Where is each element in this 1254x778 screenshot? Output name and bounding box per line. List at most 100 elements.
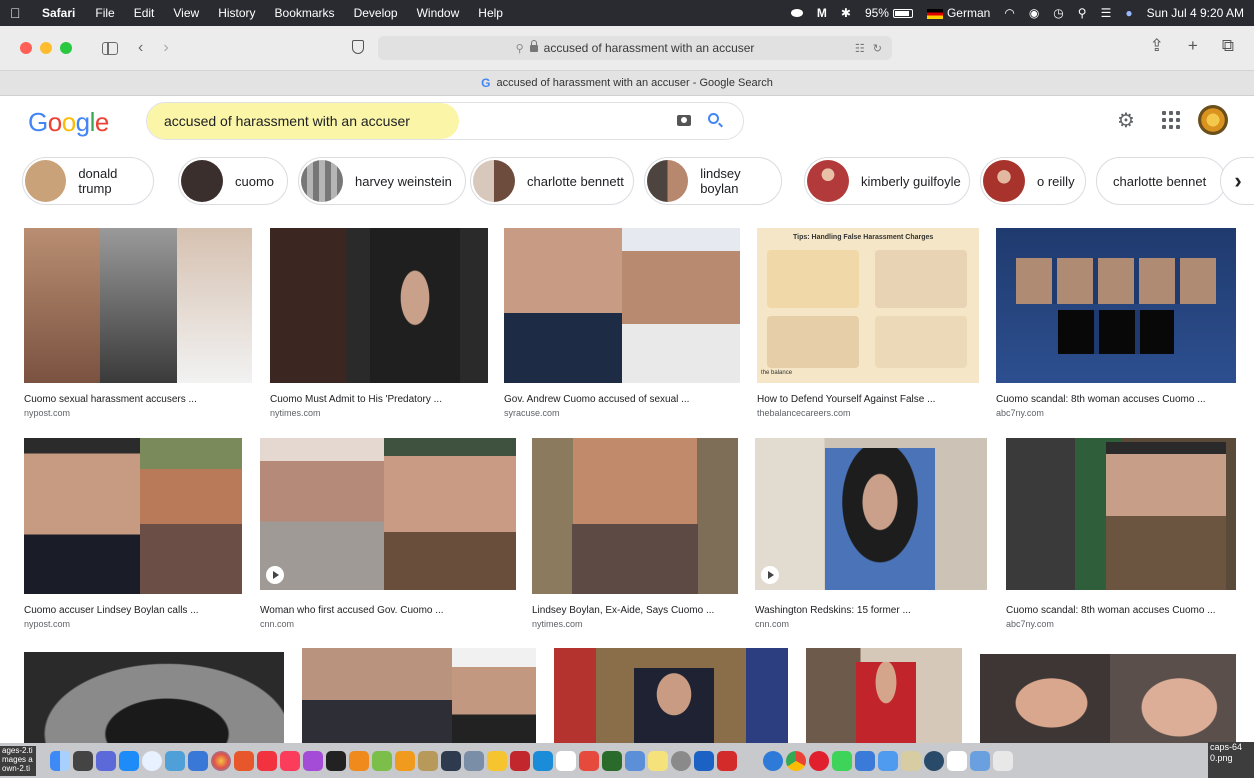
result-thumbnail[interactable] [980, 654, 1236, 743]
result-caption[interactable]: Cuomo scandal: 8th woman accuses Cuomo .… [996, 394, 1206, 405]
tab-overview-icon[interactable]: ⧉ [1222, 36, 1234, 56]
result-thumbnail[interactable] [755, 438, 987, 590]
image-result[interactable]: Cuomo Must Admit to His 'Predatory ... n… [270, 228, 488, 418]
result-caption[interactable]: Cuomo scandal: 8th woman accuses Cuomo .… [1006, 605, 1216, 616]
image-result[interactable] [24, 652, 284, 743]
apple-tv-icon[interactable] [326, 750, 346, 771]
new-tab-icon[interactable]: + [1188, 36, 1198, 56]
result-thumbnail[interactable] [1006, 438, 1236, 590]
chip-cuomo[interactable]: cuomo [178, 157, 288, 205]
result-source[interactable]: syracuse.com [504, 408, 560, 418]
result-thumbnail[interactable] [302, 648, 536, 743]
safari-icon[interactable] [142, 750, 162, 771]
zoom-window-button[interactable] [60, 42, 72, 54]
vlc-icon[interactable] [349, 750, 369, 771]
chip-kimberly-guilfoyle[interactable]: kimberly guilfoyle [804, 157, 970, 205]
malwarebytes-icon[interactable]: M [817, 6, 827, 20]
play-icon[interactable] [761, 566, 779, 584]
preview-icon[interactable] [165, 750, 185, 771]
menu-file[interactable]: File [95, 6, 114, 20]
image-result[interactable]: Lindsey Boylan, Ex-Aide, Says Cuomo ... … [532, 438, 738, 630]
menu-view[interactable]: View [173, 6, 199, 20]
result-caption[interactable]: How to Defend Yourself Against False ... [757, 394, 935, 405]
siri-icon[interactable]: ● [1125, 6, 1132, 20]
tab-title[interactable]: accused of harassment with an accuser - … [496, 77, 772, 89]
cyberduck-icon[interactable] [487, 750, 507, 771]
creative-cloud-icon[interactable] [790, 9, 803, 17]
calendar-grid-icon[interactable] [188, 750, 208, 771]
notes-icon[interactable] [648, 750, 668, 771]
chip-donald-trump[interactable]: donald trump [22, 157, 154, 205]
image-capture-icon[interactable] [901, 750, 921, 771]
sidebar-toggle-icon[interactable] [102, 41, 118, 55]
camera-icon[interactable] [677, 115, 691, 126]
menu-develop[interactable]: Develop [354, 6, 398, 20]
chip-lindsey-boylan[interactable]: lindsey boylan [644, 157, 782, 205]
result-thumbnail[interactable] [260, 438, 516, 590]
outlook-icon[interactable] [694, 750, 714, 771]
desktop-file-label[interactable]: ages-2.ti mages a own-2.ti [0, 746, 36, 776]
result-source[interactable]: nytimes.com [532, 619, 583, 629]
activity-icon[interactable] [441, 750, 461, 771]
chip-charlotte-bennet[interactable]: charlotte bennet [1096, 157, 1226, 205]
menu-edit[interactable]: Edit [134, 6, 155, 20]
reload-icon[interactable]: ↻ [873, 42, 882, 55]
search-input[interactable]: accused of harassment with an accuser [147, 113, 410, 129]
apps-grid-icon[interactable] [1162, 111, 1180, 129]
infuse-icon[interactable] [234, 750, 254, 771]
desktop-file-label-right[interactable]: caps-64 0.png [1208, 742, 1254, 778]
image-result[interactable] [980, 654, 1236, 743]
result-source[interactable]: nytimes.com [270, 408, 321, 418]
image-result[interactable]: Tips: Handling False Harassment Charges … [757, 228, 979, 418]
bluetooth-icon[interactable]: ✱ [841, 6, 851, 20]
result-caption[interactable]: Cuomo accuser Lindsey Boylan calls ... [24, 605, 199, 616]
document-icon[interactable] [947, 750, 967, 771]
result-thumbnail[interactable] [996, 228, 1236, 383]
image-result[interactable]: Woman who first accused Gov. Cuomo ... c… [260, 438, 516, 630]
opera-icon[interactable] [809, 750, 829, 771]
archive-icon[interactable] [418, 750, 438, 771]
plant-app-icon[interactable] [372, 750, 392, 771]
menu-help[interactable]: Help [478, 6, 503, 20]
gear-icon[interactable]: ⚙ [1117, 108, 1135, 133]
translate-icon[interactable]: ☷ [855, 42, 865, 55]
quicktime-icon[interactable] [924, 750, 944, 771]
google-logo[interactable]: Google [28, 107, 109, 138]
result-caption[interactable]: Washington Redskins: 15 former ... [755, 605, 911, 616]
sourcetree-icon[interactable] [855, 750, 875, 771]
avatar[interactable] [1198, 105, 1228, 135]
skype-icon[interactable] [533, 750, 553, 771]
result-source[interactable]: nypost.com [24, 619, 70, 629]
chevron-right-icon[interactable]: › [1220, 157, 1254, 205]
image-result[interactable]: Cuomo scandal: 8th woman accuses Cuomo .… [1006, 438, 1236, 630]
result-thumbnail[interactable]: Tips: Handling False Harassment Charges … [757, 228, 979, 383]
address-bar[interactable]: ⚲ accused of harassment with an accuser … [378, 36, 892, 60]
result-source[interactable]: thebalancecareers.com [757, 408, 851, 418]
image-result[interactable] [554, 648, 788, 743]
result-caption[interactable]: Lindsey Boylan, Ex-Aide, Says Cuomo ... [532, 605, 714, 616]
result-source[interactable]: nypost.com [24, 408, 70, 418]
search-icon[interactable] [708, 113, 719, 124]
result-thumbnail[interactable] [24, 438, 242, 594]
system-preferences-icon[interactable] [671, 750, 691, 771]
photos-icon[interactable] [211, 750, 231, 771]
messages-icon[interactable] [832, 750, 852, 771]
help-icon[interactable] [740, 750, 760, 771]
minimize-window-button[interactable] [40, 42, 52, 54]
result-source[interactable]: abc7ny.com [1006, 619, 1054, 629]
launchpad-icon[interactable] [96, 750, 116, 771]
result-caption[interactable]: Cuomo Must Admit to His 'Predatory ... [270, 394, 442, 405]
result-source[interactable]: abc7ny.com [996, 408, 1044, 418]
image-result[interactable]: Cuomo accuser Lindsey Boylan calls ... n… [24, 438, 242, 630]
forward-button[interactable]: › [163, 40, 168, 56]
mail-icon[interactable] [878, 750, 898, 771]
image-result[interactable]: Gov. Andrew Cuomo accused of sexual ... … [504, 228, 740, 418]
result-caption[interactable]: Cuomo sexual harassment accusers ... [24, 394, 197, 405]
chip-harvey-weinstein[interactable]: harvey weinstein [298, 157, 466, 205]
control-center-icon[interactable]: ☰ [1101, 6, 1112, 20]
apple-icon[interactable]:  [10, 6, 24, 20]
image-result[interactable]: Cuomo scandal: 8th woman accuses Cuomo .… [996, 228, 1236, 418]
app-store-icon[interactable] [119, 750, 139, 771]
result-caption[interactable]: Gov. Andrew Cuomo accused of sexual ... [504, 394, 689, 405]
menu-history[interactable]: History [218, 6, 255, 20]
